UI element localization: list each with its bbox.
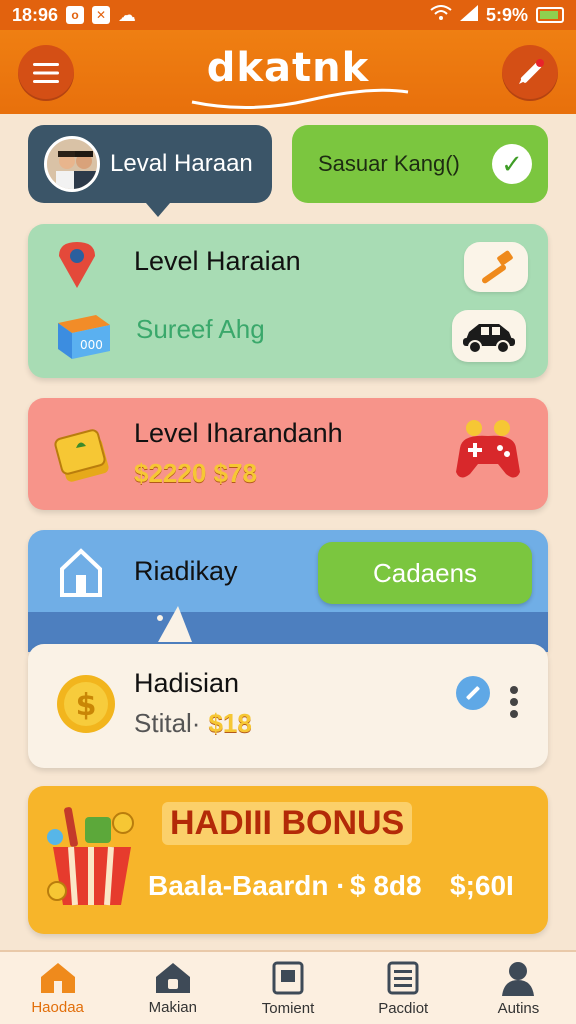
speech-pointer-icon (157, 606, 192, 642)
balance-card-title: Hadisian (134, 668, 240, 698)
avatar (44, 136, 100, 192)
bottom-navigation: Haodaa Makian Tomient Pacdiot Autins (0, 950, 576, 1024)
level-card-title: Level Haraian (134, 246, 301, 276)
cadaens-button[interactable]: Cadaens (318, 542, 532, 604)
house-lock-icon (155, 962, 190, 993)
nav-item-tomient[interactable]: Tomient (230, 952, 345, 1024)
rewards-card-title: Level Iharandanh (134, 418, 343, 448)
level-rewards-card[interactable]: Level Iharandanh $2220 $78 (28, 398, 548, 510)
nav-label-tomient: Tomient (261, 999, 315, 1017)
car-icon (463, 324, 515, 354)
box-icon: 000 (48, 304, 118, 362)
nav-item-pacdiot[interactable]: Pacdiot (346, 952, 461, 1024)
signal-icon (459, 4, 478, 26)
balance-card[interactable]: $ Hadisian Stital· $18 (28, 644, 548, 768)
user-level-label: Leval Haraan (110, 150, 253, 177)
nav-item-autins[interactable]: Autins (461, 952, 576, 1024)
nav-label-makian: Makian (148, 998, 197, 1016)
map-pin-icon (52, 236, 102, 292)
nav-label-home: Haodaa (31, 998, 84, 1016)
person-icon (502, 961, 535, 996)
list-icon (387, 961, 419, 994)
nav-item-makian[interactable]: Makian (115, 952, 230, 1024)
app-notification-icon: ✕ (92, 6, 111, 24)
status-bar: 18:96 o ✕ ☁ 5:9% (0, 0, 576, 30)
more-options-icon[interactable] (502, 680, 526, 724)
battery-icon (536, 7, 564, 23)
home-icon (40, 962, 75, 993)
balance-label: Stital· (134, 708, 201, 738)
app-header: dkatnk (0, 30, 576, 114)
bonus-line-label: Baala-Baardn · (148, 870, 346, 901)
nav-label-pacdiot: Pacdiot (378, 999, 429, 1017)
pencil-small-icon (466, 686, 480, 700)
status-pill-label: Sasuar Kang() (318, 151, 460, 176)
bonus-line-amount: $ 8d8 (350, 870, 422, 901)
balance-amount: $18 (208, 708, 252, 738)
gamepad-icon (452, 414, 524, 486)
menu-button[interactable] (18, 45, 74, 101)
gift-bucket-icon (44, 802, 140, 912)
svg-text:$: $ (76, 688, 97, 723)
level-card-subtitle: Sureef Ahg (136, 314, 265, 344)
bonus-title: HADIII BONUS (162, 802, 413, 845)
rewards-amount: $2220 $78 (134, 458, 257, 488)
status-time: 18:96 (12, 4, 59, 25)
balance-line: Stital· $18 (134, 708, 252, 739)
level-card[interactable]: Level Haraian 000 Sureef Ahg (28, 224, 548, 378)
nav-label-autins: Autins (497, 999, 540, 1017)
edit-balance-button[interactable] (456, 676, 490, 710)
notification-icon: o (66, 6, 85, 24)
hamburger-icon (33, 63, 59, 83)
document-icon (272, 961, 304, 994)
cards-icon (50, 418, 120, 488)
edit-button[interactable] (502, 45, 558, 101)
car-button[interactable] (452, 310, 526, 362)
tools-button[interactable] (464, 242, 528, 292)
dollar-coin-icon: $ (54, 672, 118, 736)
ready-card-title: Riadikay (134, 556, 238, 586)
check-icon: ✓ (492, 144, 532, 184)
svg-text:000: 000 (80, 338, 103, 352)
brand-swoosh (191, 88, 409, 110)
home-outline-icon (56, 544, 106, 600)
status-pill[interactable]: Sasuar Kang() ✓ (292, 125, 548, 203)
bonus-card[interactable]: HADIII BONUS Baala-Baardn · $ 8d8 $;60I (28, 786, 548, 934)
status-percent: 5:9% (485, 4, 528, 25)
cloud-icon: ☁ (118, 4, 137, 25)
nav-item-home[interactable]: Haodaa (0, 952, 115, 1024)
bonus-line-total: $;60I (450, 870, 514, 901)
wifi-icon (430, 4, 452, 26)
user-level-pill[interactable]: Leval Haraan (28, 125, 272, 217)
hammer-icon (481, 250, 513, 284)
pencil-icon (519, 59, 544, 84)
